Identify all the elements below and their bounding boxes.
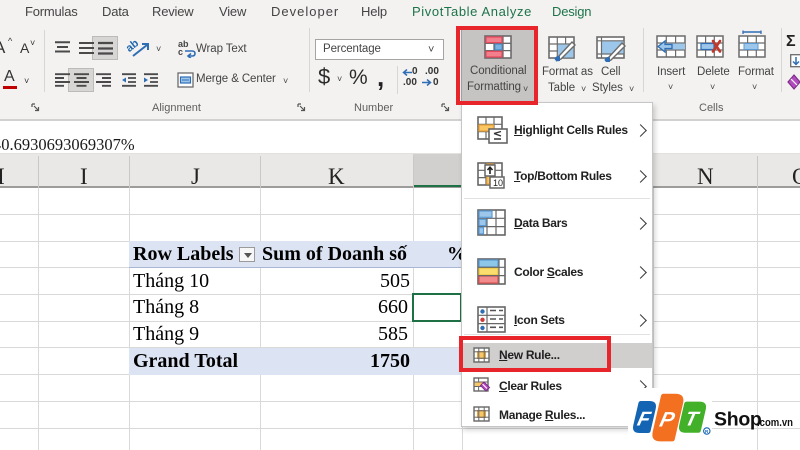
svg-text:10: 10 xyxy=(493,178,503,188)
svg-text:Shop: Shop xyxy=(714,409,762,431)
svg-text:.com.vn: .com.vn xyxy=(757,417,793,429)
